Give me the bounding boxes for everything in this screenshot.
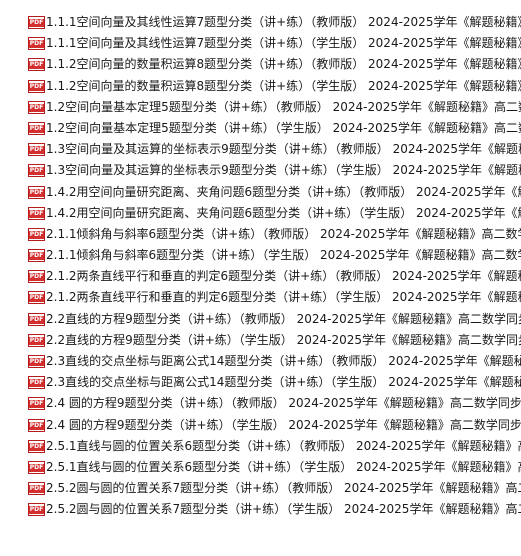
file-row[interactable]: PDF 2.5.1直线与圆的位置关系6题型分类（讲+练）（学生版） 2024-20… — [0, 457, 521, 478]
pdf-icon: PDF — [28, 58, 45, 72]
file-name[interactable]: 2.1.1倾斜角与斜率6题型分类（讲+练）（学生版） 2024-2025学年《解… — [46, 245, 521, 266]
file-row[interactable]: PDF 2.1.1倾斜角与斜率6题型分类（讲+练）（学生版） 2024-2025学… — [0, 245, 521, 266]
file-name[interactable]: 2.3直线的交点坐标与距离公式14题型分类（讲+练）（学生版） 2024-202… — [46, 372, 521, 393]
file-list: PDF 1.1.1空间向量及其线性运算7题型分类（讲+练）（教师版） 2024-2… — [0, 0, 521, 556]
pdf-icon: PDF — [28, 16, 45, 29]
pdf-icon: PDF — [28, 460, 45, 474]
file-name[interactable]: 1.4.2用空间向量研究距离、夹角问题6题型分类（讲+练）（教师版） 2024-… — [46, 182, 521, 203]
pdf-icon: PDF — [28, 355, 45, 368]
pdf-icon: PDF — [28, 249, 45, 263]
file-row[interactable]: PDF 1.3空间向量及其运算的坐标表示9题型分类（讲+练）（教师版） 2024-… — [0, 139, 521, 160]
file-name[interactable]: 2.1.2两条直线平行和垂直的判定6题型分类（讲+练）（教师版） 2024-20… — [46, 266, 521, 287]
pdf-icon: PDF — [28, 291, 45, 305]
file-name[interactable]: 1.1.2空间向量的数量积运算8题型分类（讲+练）（学生版） 2024-2025… — [46, 76, 521, 97]
pdf-icon: PDF — [28, 397, 45, 411]
pdf-icon: PDF — [28, 185, 45, 199]
file-name[interactable]: 2.4 圆的方程9题型分类（讲+练）（教师版） 2024-2025学年《解题秘籍… — [46, 393, 521, 414]
file-row[interactable]: PDF 2.2直线的方程9题型分类（讲+练）（学生版） 2024-2025学年《解… — [0, 330, 521, 351]
file-row[interactable]: PDF 1.1.1空间向量及其线性运算7题型分类（讲+练）（学生版） 2024-2… — [0, 33, 521, 54]
file-row[interactable]: PDF 1.4.2用空间向量研究距离、夹角问题6题型分类（讲+练）（教师版） 20… — [0, 182, 521, 203]
file-row[interactable]: PDF 1.3空间向量及其运算的坐标表示9题型分类（讲+练）（学生版） 2024-… — [0, 160, 521, 181]
file-name[interactable]: 2.5.2圆与圆的位置关系7题型分类（讲+练）（教师版） 2024-2025学年… — [46, 478, 521, 499]
file-row[interactable]: PDF 1.1.2空间向量的数量积运算8题型分类（讲+练）（教师版） 2024-2… — [0, 54, 521, 75]
pdf-icon: PDF — [28, 482, 45, 496]
pdf-icon: PDF — [28, 164, 45, 178]
file-row[interactable]: PDF 2.5.1直线与圆的位置关系6题型分类（讲+练）（教师版） 2024-20… — [0, 436, 521, 457]
file-name[interactable]: 1.1.2空间向量的数量积运算8题型分类（讲+练）（教师版） 2024-2025… — [46, 54, 521, 75]
file-row[interactable]: PDF 1.1.1空间向量及其线性运算7题型分类（讲+练）（教师版） 2024-2… — [0, 12, 521, 33]
file-name[interactable]: 2.2直线的方程9题型分类（讲+练）（学生版） 2024-2025学年《解题秘籍… — [46, 330, 521, 351]
file-row[interactable]: PDF 2.4 圆的方程9题型分类（讲+练）（教师版） 2024-2025学年《解… — [0, 393, 521, 414]
file-name[interactable]: 1.1.1空间向量及其线性运算7题型分类（讲+练）（教师版） 2024-2025… — [46, 12, 521, 33]
file-row[interactable]: PDF 1.4.2用空间向量研究距离、夹角问题6题型分类（讲+练）（学生版） 20… — [0, 203, 521, 224]
file-row[interactable]: PDF 1.2空间向量基本定理5题型分类（讲+练）（教师版） 2024-2025学… — [0, 97, 521, 118]
file-name[interactable]: 2.5.1直线与圆的位置关系6题型分类（讲+练）（学生版） 2024-2025学… — [46, 457, 521, 478]
pdf-icon: PDF — [28, 121, 45, 135]
pdf-icon: PDF — [28, 79, 45, 93]
file-row[interactable]: PDF 2.3直线的交点坐标与距离公式14题型分类（讲+练）（教师版） 2024-… — [0, 351, 521, 372]
file-name[interactable]: 2.4 圆的方程9题型分类（讲+练）（学生版） 2024-2025学年《解题秘籍… — [46, 415, 521, 436]
pdf-icon: PDF — [28, 100, 45, 114]
file-row[interactable]: PDF 2.1.2两条直线平行和垂直的判定6题型分类（讲+练）（教师版） 2024… — [0, 266, 521, 287]
pdf-icon: PDF — [28, 312, 45, 326]
pdf-icon: PDF — [28, 143, 45, 157]
pdf-icon: PDF — [28, 206, 45, 220]
pdf-icon: PDF — [28, 270, 45, 284]
pdf-icon: PDF — [28, 503, 45, 517]
file-name[interactable]: 1.2空间向量基本定理5题型分类（讲+练）（学生版） 2024-2025学年《解… — [46, 118, 521, 139]
file-name[interactable]: 1.1.1空间向量及其线性运算7题型分类（讲+练）（学生版） 2024-2025… — [46, 33, 521, 54]
file-name[interactable]: 2.2直线的方程9题型分类（讲+练）（教师版） 2024-2025学年《解题秘籍… — [46, 309, 521, 330]
file-name[interactable]: 2.5.2圆与圆的位置关系7题型分类（讲+练）（学生版） 2024-2025学年… — [46, 499, 521, 520]
file-row[interactable]: PDF 2.5.2圆与圆的位置关系7题型分类（讲+练）（学生版） 2024-202… — [0, 499, 521, 520]
file-name[interactable]: 2.1.2两条直线平行和垂直的判定6题型分类（讲+练）（学生版） 2024-20… — [46, 287, 521, 308]
file-name[interactable]: 1.2空间向量基本定理5题型分类（讲+练）（教师版） 2024-2025学年《解… — [46, 97, 521, 118]
file-row[interactable]: PDF 1.2空间向量基本定理5题型分类（讲+练）（学生版） 2024-2025学… — [0, 118, 521, 139]
file-row[interactable]: PDF 2.2直线的方程9题型分类（讲+练）（教师版） 2024-2025学年《解… — [0, 309, 521, 330]
file-row[interactable]: PDF 2.3直线的交点坐标与距离公式14题型分类（讲+练）（学生版） 2024-… — [0, 372, 521, 393]
file-row[interactable]: PDF 2.1.1倾斜角与斜率6题型分类（讲+练）（教师版） 2024-2025学… — [0, 224, 521, 245]
pdf-icon: PDF — [28, 376, 45, 390]
file-name[interactable]: 1.3空间向量及其运算的坐标表示9题型分类（讲+练）（学生版） 2024-202… — [46, 160, 521, 181]
pdf-icon: PDF — [28, 418, 45, 432]
file-row[interactable]: PDF 1.1.2空间向量的数量积运算8题型分类（讲+练）（学生版） 2024-2… — [0, 76, 521, 97]
file-name[interactable]: 1.3空间向量及其运算的坐标表示9题型分类（讲+练）（教师版） 2024-202… — [46, 139, 521, 160]
file-name[interactable]: 2.1.1倾斜角与斜率6题型分类（讲+练）（教师版） 2024-2025学年《解… — [46, 224, 521, 245]
pdf-icon: PDF — [28, 227, 45, 241]
pdf-icon: PDF — [28, 439, 45, 453]
pdf-icon: PDF — [28, 37, 45, 51]
file-row[interactable]: PDF 2.4 圆的方程9题型分类（讲+练）（学生版） 2024-2025学年《解… — [0, 415, 521, 436]
pdf-icon: PDF — [28, 333, 45, 347]
file-row[interactable]: PDF 2.1.2两条直线平行和垂直的判定6题型分类（讲+练）（学生版） 2024… — [0, 287, 521, 308]
file-row[interactable]: PDF 2.5.2圆与圆的位置关系7题型分类（讲+练）（教师版） 2024-202… — [0, 478, 521, 499]
file-name[interactable]: 2.5.1直线与圆的位置关系6题型分类（讲+练）（教师版） 2024-2025学… — [46, 436, 521, 457]
file-name[interactable]: 1.4.2用空间向量研究距离、夹角问题6题型分类（讲+练）（学生版） 2024-… — [46, 203, 521, 224]
file-name[interactable]: 2.3直线的交点坐标与距离公式14题型分类（讲+练）（教师版） 2024-202… — [46, 351, 521, 372]
